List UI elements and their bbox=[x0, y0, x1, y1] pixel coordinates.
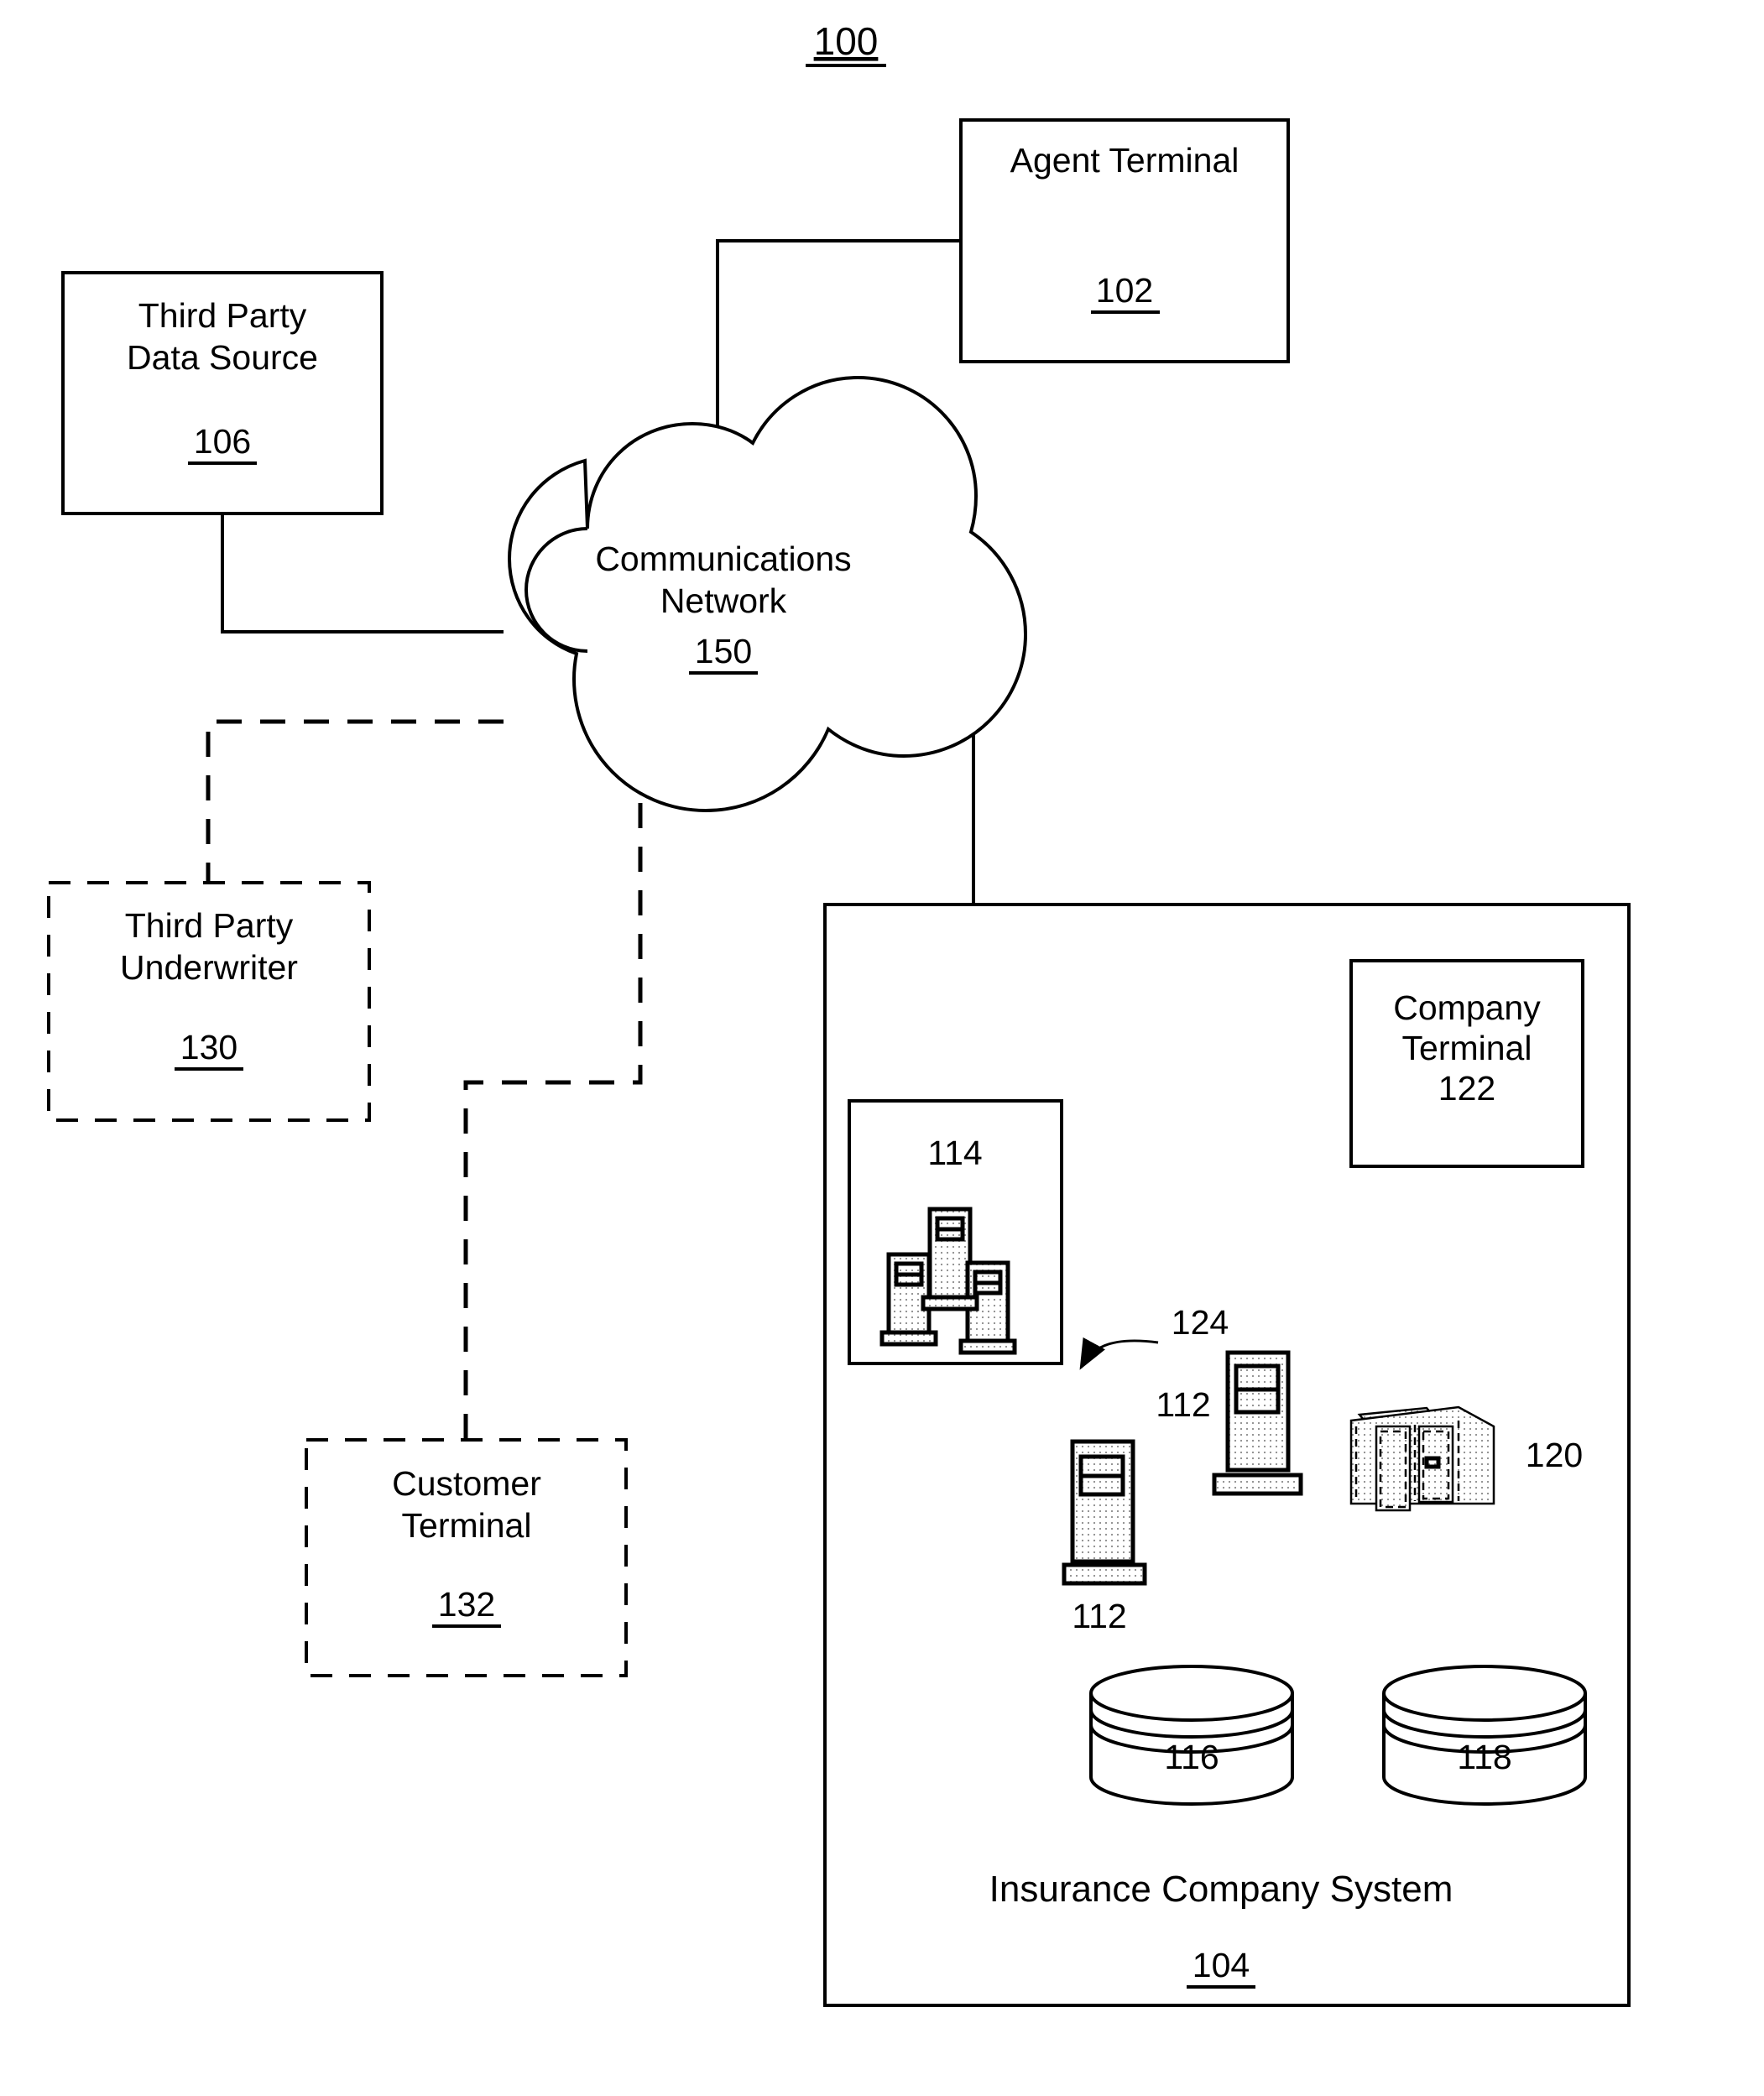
third-party-data-source-node[interactable]: Third Party Data Source 106 bbox=[61, 271, 384, 515]
company-terminal-node[interactable]: Company Terminal 122 bbox=[1349, 959, 1584, 1168]
communications-network-label-1: Communications bbox=[595, 540, 851, 578]
communications-network-label-2: Network bbox=[660, 581, 787, 620]
third-party-data-source-label-1: Third Party bbox=[138, 296, 307, 335]
third-party-underwriter-label-1: Third Party bbox=[125, 906, 294, 945]
peripheral-device-ref: 120 bbox=[1526, 1436, 1583, 1474]
workstation-right-ref: 112 bbox=[1156, 1385, 1210, 1424]
agent-terminal-label: Agent Terminal bbox=[1010, 141, 1239, 180]
link-data-source-to-network bbox=[221, 514, 504, 633]
server-icon-center-base bbox=[921, 1295, 979, 1311]
third-party-data-source-label-2: Data Source bbox=[127, 338, 318, 377]
server-group-node[interactable]: 114 bbox=[848, 1099, 1063, 1365]
link-network-to-underwriter bbox=[206, 719, 504, 883]
link-network-to-customer-terminal bbox=[463, 759, 643, 1440]
customer-terminal-node[interactable]: Customer Terminal 132 bbox=[305, 1438, 628, 1677]
third-party-underwriter-label-2: Underwriter bbox=[120, 948, 298, 987]
communications-network-ref: 150 bbox=[695, 632, 752, 670]
company-terminal-label-1: Company bbox=[1393, 988, 1541, 1027]
figure-number: 100 bbox=[814, 19, 879, 63]
company-terminal-label-2: Terminal bbox=[1402, 1029, 1532, 1067]
database-116-ref: 116 bbox=[1164, 1738, 1219, 1776]
customer-terminal-label-1: Customer bbox=[392, 1464, 541, 1503]
third-party-underwriter-ref: 130 bbox=[180, 1028, 237, 1066]
agent-terminal-ref: 102 bbox=[1096, 271, 1153, 310]
communications-network-node[interactable]: Communications Network 150 bbox=[507, 375, 1028, 813]
customer-terminal-label-2: Terminal bbox=[402, 1506, 532, 1545]
patent-figure-canvas: Agent Terminal 102 Third Party Data Sour… bbox=[0, 0, 1764, 2096]
workstation-left-ref: 112 bbox=[1072, 1597, 1126, 1635]
insurance-company-system-ref: 104 bbox=[1193, 1946, 1250, 1984]
company-terminal-ref: 122 bbox=[1438, 1069, 1495, 1108]
server-group-ref: 114 bbox=[927, 1134, 982, 1172]
third-party-underwriter-node[interactable]: Third Party Underwriter 130 bbox=[47, 881, 371, 1122]
third-party-data-source-ref: 106 bbox=[194, 422, 251, 461]
insurance-company-system-caption: Insurance Company System bbox=[989, 1869, 1453, 1910]
database-116-node: 116 bbox=[1089, 1665, 1294, 1806]
callout-124-ref: 124 bbox=[1172, 1303, 1229, 1342]
database-118-node: 118 bbox=[1382, 1665, 1587, 1806]
customer-terminal-ref: 132 bbox=[438, 1585, 495, 1624]
database-118-ref: 118 bbox=[1457, 1738, 1511, 1776]
server-icon-center bbox=[927, 1207, 973, 1306]
agent-terminal-node[interactable]: Agent Terminal 102 bbox=[959, 118, 1290, 363]
